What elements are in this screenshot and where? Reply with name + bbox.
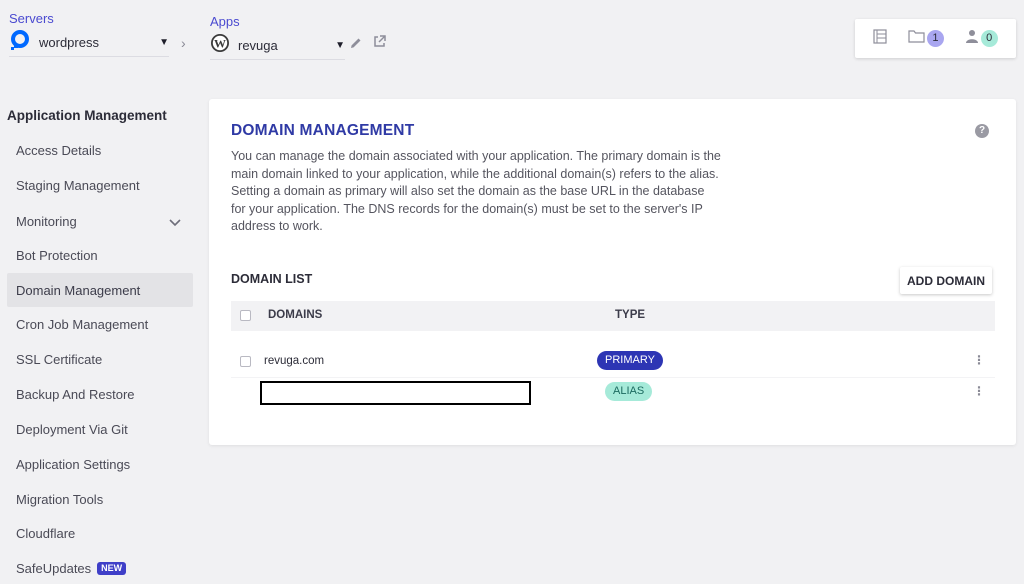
sidebar-item-migration-tools[interactable]: Migration Tools — [7, 482, 193, 516]
sidebar-item-deployment-via-git[interactable]: Deployment Via Git — [7, 412, 193, 446]
server-selector[interactable]: Servers wordpress ▼ — [9, 11, 169, 57]
table-header: DOMAINS TYPE — [231, 301, 995, 331]
server-select[interactable]: wordpress ▼ — [9, 29, 169, 57]
users-button[interactable]: 0 — [965, 29, 998, 49]
new-badge: NEW — [97, 561, 127, 575]
sidebar-item-bot-protection[interactable]: Bot Protection — [7, 238, 193, 272]
sidebar-item-label: Backup And Restore — [16, 386, 135, 402]
user-icon — [965, 29, 979, 49]
sidebar-item-label: Cloudflare — [16, 525, 76, 541]
users-count-badge: 0 — [980, 30, 998, 47]
wordpress-icon: W — [210, 33, 230, 58]
sidebar-item-label: Cron Job Management — [16, 316, 149, 332]
column-header-type: TYPE — [615, 309, 646, 321]
help-icon[interactable]: ? — [975, 124, 989, 138]
sidebar-item-staging-management[interactable]: Staging Management — [7, 168, 193, 202]
servers-label: Servers — [9, 11, 54, 26]
sidebar-item-safeupdates[interactable]: SafeUpdates NEW — [7, 551, 193, 584]
caret-down-icon[interactable]: ▼ — [159, 37, 169, 48]
app-name: revuga — [238, 38, 278, 53]
chevron-down-icon[interactable] — [169, 215, 181, 230]
chevron-right-icon: › — [181, 35, 186, 51]
redacted-domain-name — [260, 381, 531, 405]
sidebar-item-label: Application Settings — [16, 456, 131, 472]
sidebar-item-label: Domain Management — [16, 282, 141, 298]
select-all-checkbox[interactable] — [240, 310, 251, 321]
domain-name: revuga.com — [264, 355, 325, 367]
server-list-icon — [873, 28, 887, 49]
sidebar-item-cron-job-management[interactable]: Cron Job Management — [7, 307, 193, 341]
sidebar-item-label: Access Details — [16, 142, 102, 158]
more-options-icon[interactable]: ⋮ — [973, 384, 985, 398]
folder-icon — [908, 29, 925, 48]
row-checkbox[interactable] — [240, 356, 251, 367]
table-row: revuga.com PRIMARY ⋮ — [231, 347, 995, 377]
table-row: ALIAS ⋮ — [231, 377, 995, 407]
sidebar-item-label: SafeUpdates — [16, 560, 92, 576]
external-link-icon[interactable] — [373, 35, 386, 53]
sidebar-item-domain-management[interactable]: Domain Management — [7, 273, 193, 307]
sidebar-title: Application Management — [7, 108, 167, 123]
more-options-icon[interactable]: ⋮ — [973, 353, 985, 367]
sidebar-item-ssl-certificate[interactable]: SSL Certificate — [7, 342, 193, 376]
apps-label: Apps — [210, 14, 240, 29]
server-list-button[interactable] — [873, 28, 887, 49]
sidebar-item-cloudflare[interactable]: Cloudflare — [7, 516, 193, 550]
page-title: DOMAIN MANAGEMENT — [231, 122, 415, 139]
sidebar-item-backup-and-restore[interactable]: Backup And Restore — [7, 377, 193, 411]
sidebar-item-label: Monitoring — [16, 213, 77, 229]
caret-down-icon[interactable]: ▼ — [335, 40, 345, 51]
sidebar-item-label: Staging Management — [16, 177, 140, 193]
domain-list-title: DOMAIN LIST — [231, 272, 313, 286]
type-badge-alias: ALIAS — [605, 382, 653, 401]
status-panel: 1 0 — [855, 19, 1016, 58]
sidebar-item-access-details[interactable]: Access Details — [7, 133, 193, 167]
server-name: wordpress — [39, 35, 99, 50]
folder-count-badge: 1 — [926, 30, 944, 47]
digitalocean-icon — [9, 29, 31, 56]
app-selector[interactable]: Apps W revuga ▼ — [210, 14, 345, 60]
svg-text:W: W — [214, 37, 226, 51]
app-select[interactable]: W revuga ▼ — [210, 32, 345, 60]
page-description: You can manage the domain associated wit… — [231, 149, 721, 233]
sidebar-item-label: Bot Protection — [16, 247, 98, 263]
sidebar-item-monitoring[interactable]: Monitoring — [7, 204, 193, 238]
folder-button[interactable]: 1 — [908, 29, 944, 48]
pencil-icon[interactable] — [350, 36, 362, 54]
sidebar-item-label: SSL Certificate — [16, 351, 103, 367]
column-header-domains: DOMAINS — [268, 309, 323, 321]
sidebar-item-label: Deployment Via Git — [16, 421, 128, 437]
type-badge-primary: PRIMARY — [597, 351, 663, 370]
sidebar-item-application-settings[interactable]: Application Settings — [7, 447, 193, 481]
domain-management-card: DOMAIN MANAGEMENT ? You can manage the d… — [209, 99, 1016, 445]
sidebar-item-label: Migration Tools — [16, 491, 104, 507]
add-domain-button[interactable]: ADD DOMAIN — [900, 267, 992, 294]
